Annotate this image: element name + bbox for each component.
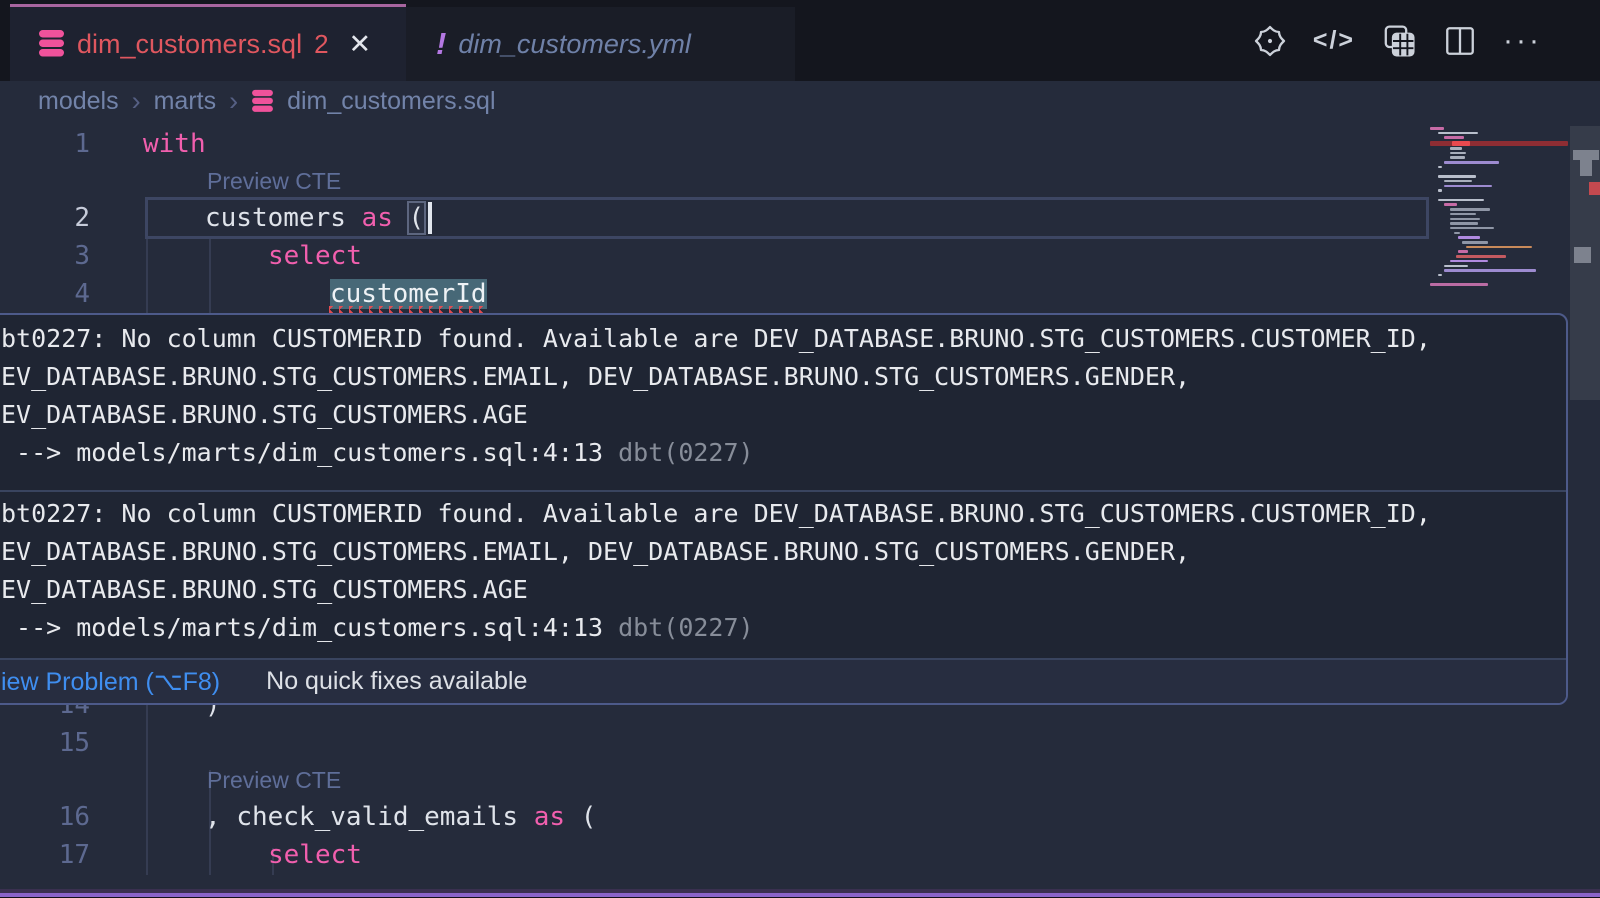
diagnostic-text: EV_DATABASE.BRUNO.STG_CUSTOMERS.EMAIL, D… <box>1 358 1190 396</box>
minimap-row <box>1444 161 1499 164</box>
line-number: 16 <box>0 798 90 836</box>
minimap-row <box>1450 147 1462 150</box>
tab-error-count-badge: 2 <box>314 29 328 60</box>
minimap-row <box>1452 141 1470 146</box>
warning-icon: ! <box>436 26 446 62</box>
code-line-17: 17 select <box>0 836 1600 874</box>
line-number: 1 <box>0 125 90 163</box>
code-line-4: 4 customerId <box>0 275 1600 313</box>
more-actions-icon[interactable]: ··· <box>1503 24 1542 58</box>
breadcrumb: models › marts › dim_customers.sql <box>0 81 1600 122</box>
minimap-row <box>1444 185 1492 188</box>
diagnostic-text: bt0227: No column CUSTOMERID found. Avai… <box>1 495 1431 533</box>
minimap-row <box>1454 232 1460 235</box>
tab-dim-customers-sql[interactable]: dim_customers.sql 2 ✕ <box>10 7 406 81</box>
code-line-2: 2 customers as ( <box>0 199 1600 237</box>
minimap-row <box>1450 218 1480 221</box>
minimap-row <box>1430 141 1568 146</box>
tab-label: dim_customers.yml <box>458 29 691 60</box>
diagnostic-path: --> models/marts/dim_customers.sql:4:13 … <box>1 609 754 647</box>
minimap-row <box>1438 274 1442 277</box>
minimap-row <box>1462 241 1488 244</box>
close-icon[interactable]: ✕ <box>349 29 372 60</box>
minimap-row <box>1438 175 1476 178</box>
diagnostic-text: EV_DATABASE.BRUNO.STG_CUSTOMERS.EMAIL, D… <box>1 533 1190 571</box>
minimap-row <box>1456 255 1506 258</box>
database-icon <box>38 29 65 59</box>
code-line-3: 3 select <box>0 237 1600 275</box>
scrollbar-selection-marker <box>1574 247 1591 263</box>
minimap-row <box>1444 180 1472 183</box>
minimap-row <box>1450 222 1478 225</box>
code-line-15: 15 <box>0 724 1600 762</box>
minimap-row <box>1450 208 1490 211</box>
breadcrumb-item-models[interactable]: models <box>38 87 119 116</box>
diagnostic-source: dbt(0227) <box>618 613 753 642</box>
scrollbar-selection-marker <box>1580 160 1592 176</box>
minimap-row <box>1438 132 1478 135</box>
minimap-row <box>1444 265 1468 268</box>
minimap-row <box>1450 213 1476 216</box>
minimap-row <box>1438 199 1484 202</box>
code-line-16: 16 , check_valid_emails as ( <box>0 798 1600 836</box>
error-token-customerid[interactable]: customerId <box>330 279 487 309</box>
minimap-row <box>1438 166 1442 169</box>
compile-sql-icon[interactable]: </> <box>1313 26 1355 55</box>
error-squiggle <box>329 306 486 313</box>
split-editor-icon[interactable] <box>1443 24 1477 58</box>
no-quick-fixes-text: No quick fixes available <box>266 667 527 696</box>
minimap-row <box>1450 152 1466 155</box>
minimap-row <box>1444 203 1457 206</box>
preview-cte-codelens[interactable]: Preview CTE <box>207 762 341 798</box>
minimap-row <box>1438 189 1442 192</box>
line-number: 3 <box>0 237 90 275</box>
scrollbar-selection-marker <box>1573 150 1599 160</box>
scrollbar-error-marker <box>1589 182 1600 195</box>
minimap-row <box>1466 246 1532 249</box>
editor-actions-toolbar: </> ··· <box>1253 0 1600 81</box>
minimap-row <box>1450 156 1465 159</box>
line-number: 15 <box>0 724 90 762</box>
tab-label: dim_customers.sql <box>77 29 302 60</box>
line-number: 2 <box>0 199 90 237</box>
line-number: 4 <box>0 275 90 313</box>
breadcrumb-item-marts[interactable]: marts <box>154 87 217 116</box>
view-problem-link[interactable]: iew Problem (⌥F8) <box>1 667 220 697</box>
dbt-icon[interactable] <box>1253 24 1287 58</box>
diagnostic-path: --> models/marts/dim_customers.sql:4:13 … <box>1 434 754 472</box>
minimap-row <box>1444 269 1536 272</box>
chevron-right-icon: › <box>132 86 141 117</box>
database-icon <box>251 89 274 114</box>
popup-footer: iew Problem (⌥F8) No quick fixes availab… <box>0 658 1566 703</box>
matched-bracket: ( <box>409 203 425 233</box>
diagnostic-source: dbt(0227) <box>618 438 753 467</box>
popup-divider <box>0 490 1566 492</box>
diagnostic-hover-popup: bt0227: No column CUSTOMERID found. Avai… <box>0 313 1568 705</box>
minimap-row <box>1430 283 1488 286</box>
diagnostic-text: EV_DATABASE.BRUNO.STG_CUSTOMERS.AGE <box>1 396 528 434</box>
line-number: 17 <box>0 836 90 874</box>
vscode-window: dim_customers.sql 2 ✕ ! dim_customers.ym… <box>0 0 1600 898</box>
preview-cte-codelens[interactable]: Preview CTE <box>207 163 341 199</box>
chevron-right-icon: › <box>229 86 238 117</box>
text-cursor <box>428 202 432 234</box>
minimap[interactable] <box>1430 126 1570 312</box>
breadcrumb-item-file[interactable]: dim_customers.sql <box>287 87 495 116</box>
diagnostic-text: bt0227: No column CUSTOMERID found. Avai… <box>1 320 1431 358</box>
minimap-row <box>1458 236 1480 239</box>
code-line-1: 1 with <box>0 125 1600 163</box>
query-results-icon[interactable] <box>1381 23 1417 59</box>
tab-bar: dim_customers.sql 2 ✕ ! dim_customers.ym… <box>0 0 1600 81</box>
minimap-row <box>1450 260 1488 263</box>
minimap-row <box>1444 136 1464 139</box>
minimap-row <box>1450 227 1494 230</box>
minimap-row <box>1458 250 1468 253</box>
diagnostic-text: EV_DATABASE.BRUNO.STG_CUSTOMERS.AGE <box>1 571 528 609</box>
tab-dim-customers-yml[interactable]: ! dim_customers.yml <box>406 7 795 81</box>
minimap-row <box>1430 127 1444 130</box>
